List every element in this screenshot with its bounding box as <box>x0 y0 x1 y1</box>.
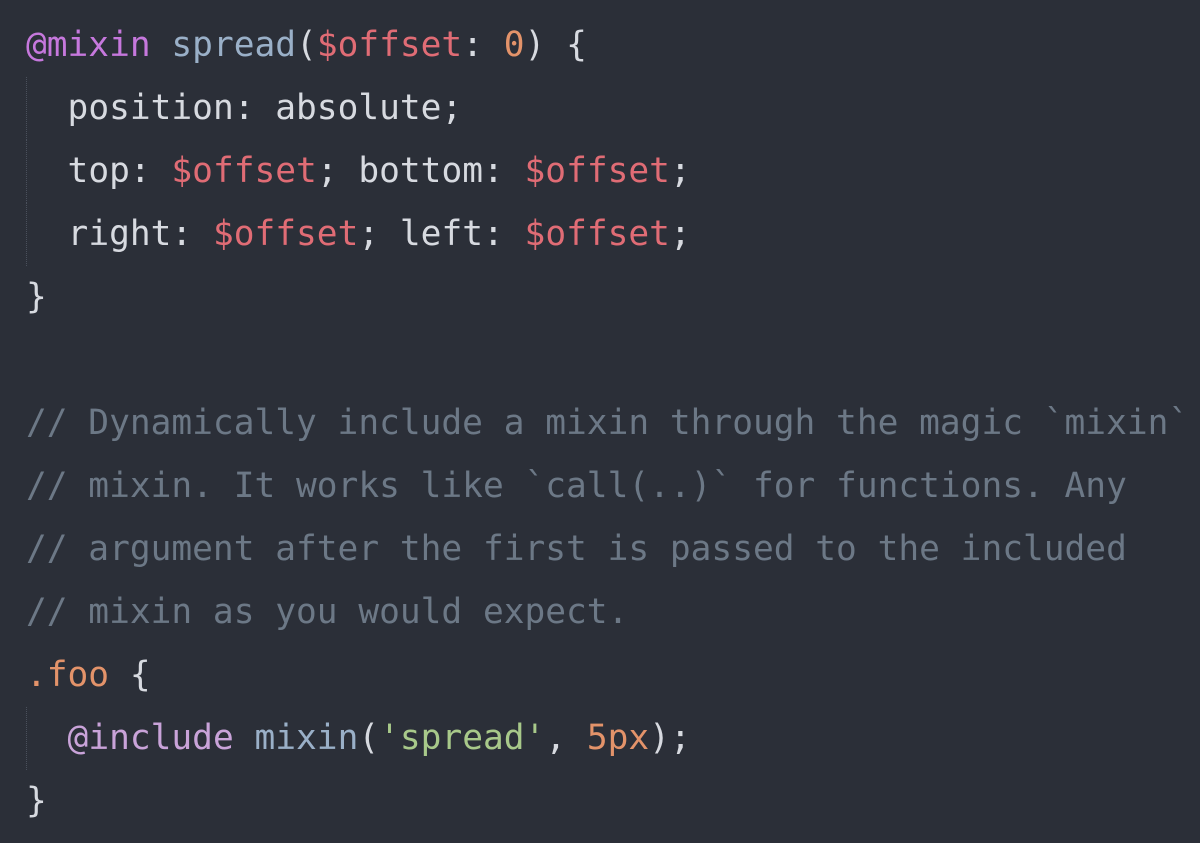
code-token: : <box>129 151 172 191</box>
code-line[interactable]: @include mixin('spread', 5px); <box>26 707 1200 770</box>
indent-guide <box>26 140 27 203</box>
code-token: $offset <box>212 214 359 254</box>
code-token: ; <box>316 151 359 191</box>
indent-guide <box>26 707 27 770</box>
code-token: $offset <box>524 151 670 191</box>
code-line[interactable]: .foo { <box>26 644 1200 707</box>
code-token: , <box>545 718 587 758</box>
code-token: // mixin as you would expect. <box>26 592 629 632</box>
code-token: bottom <box>358 151 483 191</box>
code-token: @mixin <box>26 25 151 65</box>
code-token: 'spread' <box>379 718 546 758</box>
code-token: right <box>67 214 172 254</box>
code-token: : <box>171 214 213 254</box>
code-token: spread <box>171 25 297 65</box>
code-line[interactable]: top: $offset; bottom: $offset; <box>26 140 1200 203</box>
code-line[interactable]: // argument after the first is passed to… <box>26 518 1200 581</box>
code-token: // argument after the first is passed to… <box>26 529 1127 569</box>
code-token: $offset <box>524 214 670 254</box>
code-token: : <box>233 88 276 128</box>
code-token: ); <box>649 718 691 758</box>
code-line[interactable]: // mixin. It works like `call(..)` for f… <box>26 455 1200 518</box>
code-line[interactable]: // Dynamically include a mixin through t… <box>26 392 1200 455</box>
code-line[interactable]: // mixin as you would expect. <box>26 581 1200 644</box>
indent-guide <box>26 77 27 140</box>
code-editor[interactable]: @mixin spread($offset: 0) { position: ab… <box>0 0 1200 843</box>
code-token: : <box>482 151 525 191</box>
code-token: // mixin. It works like `call(..)` for f… <box>26 466 1127 506</box>
code-token: mixin <box>254 718 359 758</box>
code-token: position <box>67 88 234 128</box>
code-token: ( <box>358 718 380 758</box>
code-token: ) { <box>524 25 587 65</box>
code-line[interactable] <box>26 329 1200 392</box>
code-token: // Dynamically include a mixin through t… <box>26 403 1190 443</box>
code-token: ; <box>441 88 463 128</box>
code-token: ; <box>669 151 691 191</box>
code-token: top <box>67 151 130 191</box>
code-token: absolute <box>275 88 442 128</box>
code-line[interactable]: position: absolute; <box>26 77 1200 140</box>
code-token: 0 <box>503 25 525 65</box>
code-line[interactable]: } <box>26 770 1200 833</box>
indent-guide <box>26 203 27 266</box>
code-token: ( <box>296 25 317 65</box>
code-line[interactable]: } <box>26 266 1200 329</box>
code-token: : <box>462 25 504 65</box>
code-token: } <box>26 277 47 317</box>
code-token: ; <box>358 214 400 254</box>
code-token: : <box>483 214 525 254</box>
code-line[interactable]: @mixin spread($offset: 0) { <box>26 14 1200 77</box>
code-token: left <box>399 214 483 254</box>
code-line[interactable]: right: $offset; left: $offset; <box>26 203 1200 266</box>
code-token: .foo <box>26 655 110 695</box>
code-token: $offset <box>316 25 463 65</box>
code-token: ; <box>669 214 691 254</box>
code-token: @include <box>67 718 234 758</box>
code-token: 5px <box>586 718 650 758</box>
code-token: $offset <box>171 151 317 191</box>
code-token: } <box>26 781 47 821</box>
code-token: { <box>109 655 151 695</box>
